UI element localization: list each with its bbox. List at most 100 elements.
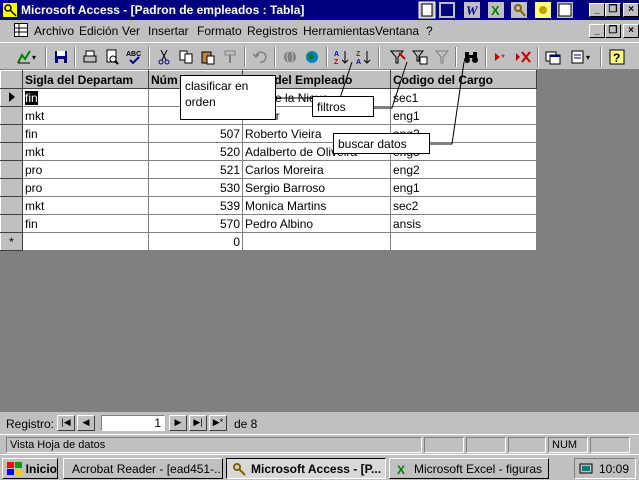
table-cell[interactable]: 507	[148, 124, 243, 143]
delete-record-button[interactable]	[512, 46, 534, 68]
new-object-button[interactable]: ▾	[564, 46, 596, 68]
previous-record-button[interactable]: ◀	[77, 415, 95, 431]
table-cell[interactable]: ansis	[390, 214, 537, 233]
table-cell[interactable]: mkt	[22, 142, 149, 161]
menu-ventana[interactable]: Ventana	[375, 24, 419, 38]
menu-herramientas[interactable]: Herramientas	[303, 24, 375, 38]
sort-descending-button[interactable]: ZA	[353, 46, 375, 68]
table-row[interactable]: pro 530 Sergio Barroso eng1	[0, 178, 537, 197]
new-record-row[interactable]: * 0	[0, 232, 537, 251]
table-cell[interactable]: Sergio Barroso	[242, 178, 391, 197]
table-row[interactable]: fin 570 Pedro Albino ansis	[0, 214, 537, 233]
copy-button[interactable]	[175, 46, 197, 68]
paste-button[interactable]	[197, 46, 219, 68]
hyperlink-button[interactable]	[279, 46, 301, 68]
office-shortcut-icon[interactable]	[418, 1, 436, 19]
word-icon[interactable]: W	[463, 1, 481, 19]
new-record-button[interactable]: *	[490, 46, 512, 68]
filter-by-selection-button[interactable]	[387, 46, 409, 68]
column-header[interactable]: Sigla del Departam	[22, 70, 149, 89]
table-cell[interactable]: pro	[22, 160, 149, 179]
table-cell[interactable]: Carlos Moreira	[242, 160, 391, 179]
task-access[interactable]: Microsoft Access - [P...	[226, 458, 386, 479]
table-row[interactable]: mkt 539 Monica Martins sec2	[0, 196, 537, 215]
table-cell[interactable]: fin	[22, 124, 149, 143]
web-toolbar-button[interactable]	[301, 46, 323, 68]
undo-button[interactable]	[249, 46, 271, 68]
table-cell[interactable]: sec1	[390, 88, 537, 107]
print-button[interactable]	[79, 46, 101, 68]
find-button[interactable]	[460, 46, 482, 68]
minimize-button[interactable]: _	[589, 3, 605, 17]
table-icon[interactable]	[14, 23, 28, 37]
office-assistant-button[interactable]: ?	[606, 46, 628, 68]
new-record-nav-button[interactable]: ▶*	[209, 415, 227, 431]
record-selector[interactable]	[0, 124, 23, 143]
table-row[interactable]: pro 521 Carlos Moreira eng2	[0, 160, 537, 179]
table-cell[interactable]: 521	[148, 160, 243, 179]
record-selector[interactable]	[0, 142, 23, 161]
table-cell[interactable]	[390, 232, 537, 251]
access-icon[interactable]	[510, 1, 528, 19]
print-preview-button[interactable]	[101, 46, 123, 68]
menu-insertar[interactable]: Insertar	[148, 24, 189, 38]
filter-by-form-button[interactable]	[409, 46, 431, 68]
office-shortcut-icon[interactable]	[556, 1, 574, 19]
record-selector[interactable]	[0, 160, 23, 179]
office-shortcut-icon[interactable]	[438, 1, 456, 19]
record-selector[interactable]	[0, 178, 23, 197]
table-cell[interactable]: eng1	[390, 106, 537, 125]
table-cell[interactable]: 520	[148, 142, 243, 161]
task-excel[interactable]: X Microsoft Excel - figuras	[389, 458, 549, 479]
spelling-button[interactable]: ABC	[123, 46, 145, 68]
select-all-corner[interactable]	[0, 70, 23, 89]
table-cell[interactable]: 539	[148, 196, 243, 215]
table-cell[interactable]: sec2	[390, 196, 537, 215]
format-painter-button[interactable]	[219, 46, 241, 68]
doc-restore-button[interactable]: ❐	[605, 24, 621, 38]
table-cell[interactable]: eng2	[390, 160, 537, 179]
table-cell[interactable]: eng1	[390, 178, 537, 197]
menu-registros[interactable]: Registros	[247, 24, 298, 38]
menu-archivo[interactable]: Archivo	[34, 24, 74, 38]
office-shortcut-icon[interactable]	[534, 1, 552, 19]
excel-icon[interactable]: X	[487, 1, 505, 19]
table-cell[interactable]: 530	[148, 178, 243, 197]
menu-edicion[interactable]: Edición	[79, 24, 118, 38]
table-cell[interactable]: fin	[22, 214, 149, 233]
record-selector[interactable]	[0, 196, 23, 215]
task-acrobat[interactable]: Acrobat Reader - [ead451-...	[63, 458, 223, 479]
record-selector[interactable]	[0, 214, 23, 233]
table-cell[interactable]: Monica Martins	[242, 196, 391, 215]
doc-minimize-button[interactable]: _	[589, 24, 605, 38]
apply-filter-button[interactable]	[431, 46, 453, 68]
record-number-field[interactable]: 1	[101, 415, 165, 431]
database-window-button[interactable]	[542, 46, 564, 68]
close-button[interactable]: ×	[623, 3, 639, 17]
table-cell[interactable]: fin	[22, 88, 149, 107]
cut-button[interactable]	[153, 46, 175, 68]
table-row[interactable]: mkt 520 Adalberto de Oliveira eng3	[0, 142, 537, 161]
column-header[interactable]: Codigo del Cargo	[390, 70, 537, 89]
last-record-button[interactable]: ▶|	[189, 415, 207, 431]
table-cell[interactable]: 0	[148, 232, 243, 251]
menu-help[interactable]: ?	[426, 24, 433, 38]
sort-ascending-button[interactable]: AZ	[331, 46, 353, 68]
table-cell[interactable]: pro	[22, 178, 149, 197]
table-cell[interactable]: Pedro Albino	[242, 214, 391, 233]
table-cell[interactable]	[22, 232, 149, 251]
doc-close-button[interactable]: ×	[623, 24, 639, 38]
record-selector[interactable]	[0, 106, 23, 125]
table-row[interactable]: fin 507 Roberto Vieira eng2	[0, 124, 537, 143]
next-record-button[interactable]: ▶	[169, 415, 187, 431]
first-record-button[interactable]: |◀	[57, 415, 75, 431]
restore-button[interactable]: ❐	[605, 3, 621, 17]
table-cell[interactable]: 570	[148, 214, 243, 233]
table-cell[interactable]: mkt	[22, 106, 149, 125]
save-button[interactable]	[50, 46, 72, 68]
menu-ver[interactable]: Ver	[122, 24, 140, 38]
view-design-button[interactable]: ▾	[10, 46, 42, 68]
table-cell[interactable]	[242, 232, 391, 251]
menu-formato[interactable]: Formato	[197, 24, 242, 38]
current-record-indicator[interactable]	[0, 88, 23, 107]
